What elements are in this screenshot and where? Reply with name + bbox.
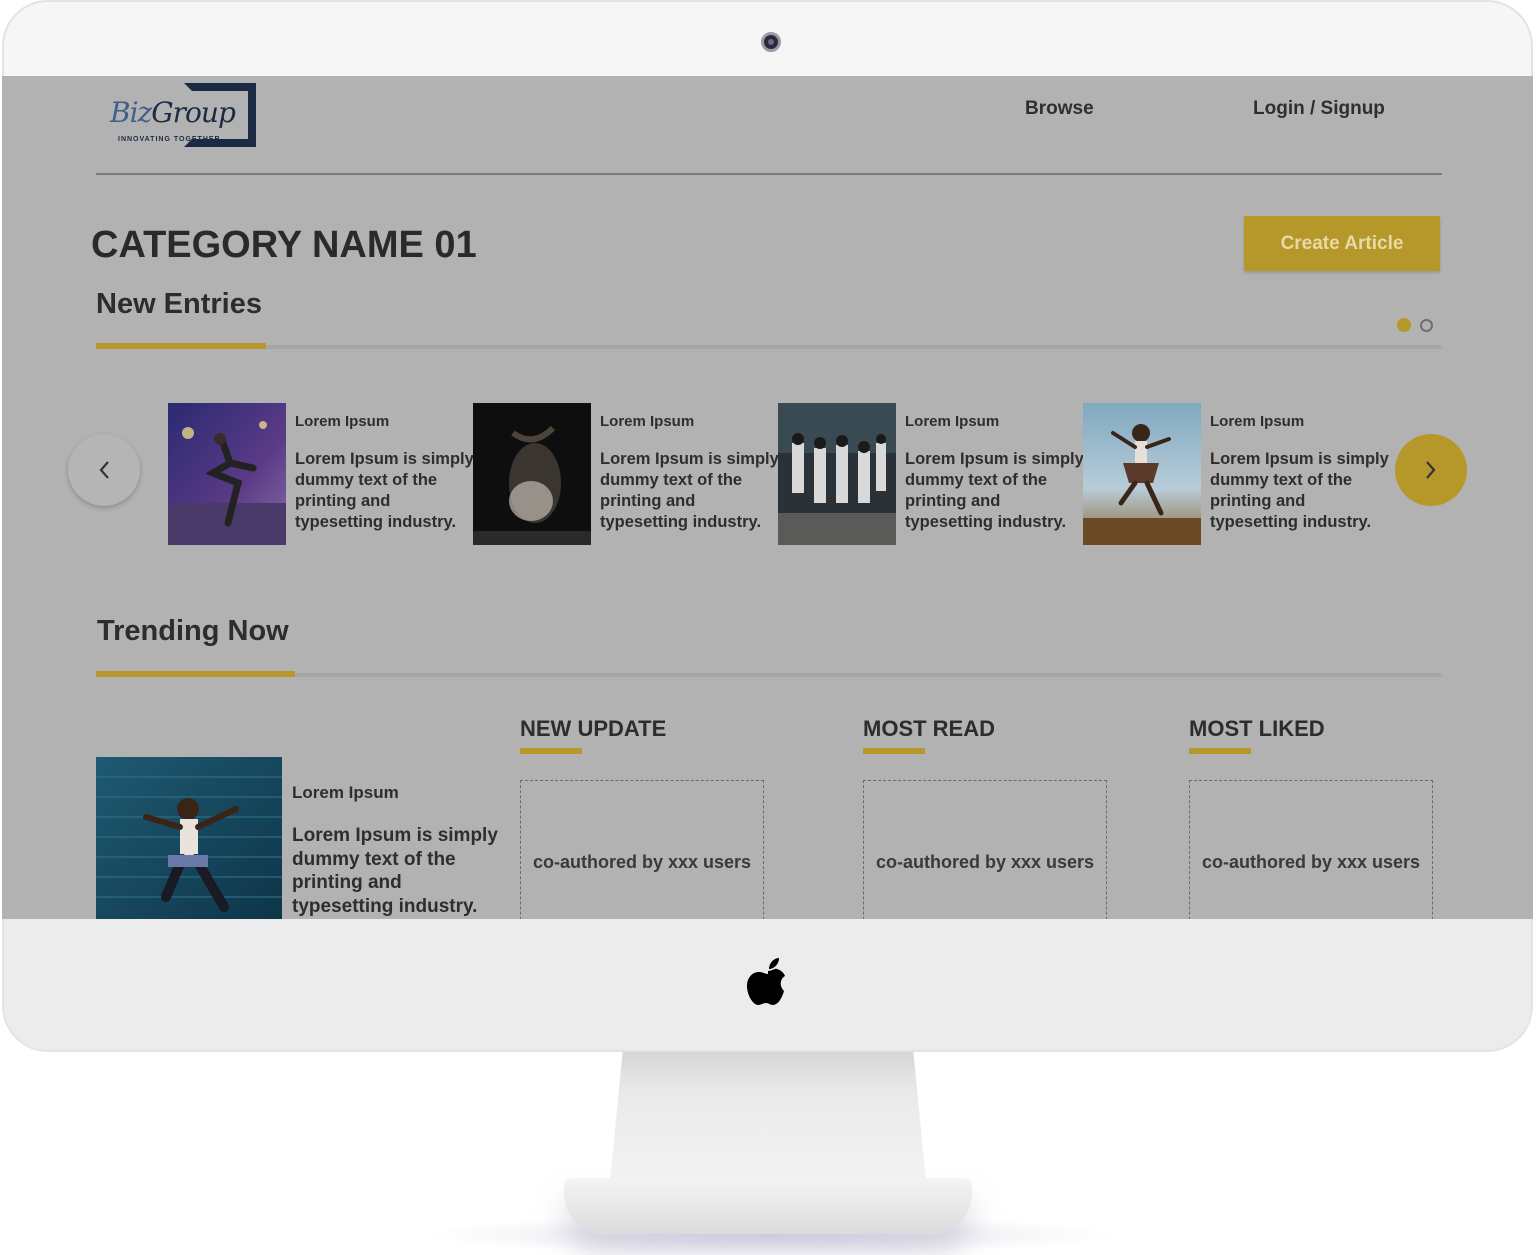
trending-image-dancer (96, 757, 282, 919)
carousel-dot-2[interactable] (1420, 319, 1433, 332)
entry-title: Lorem Ipsum (905, 413, 1000, 430)
entry-card[interactable]: Lorem Ipsum Lorem Ipsum is simply dummy … (473, 403, 779, 545)
entry-body: Lorem Ipsum is simply dummy text of the … (1210, 450, 1389, 531)
chevron-left-icon (99, 461, 109, 479)
entry-image-dancer-street (168, 403, 286, 545)
carousel-dot-1[interactable] (1397, 318, 1411, 332)
carousel-next-button[interactable] (1395, 434, 1467, 506)
most-read-card[interactable]: co-authored by xxx users (863, 780, 1107, 919)
new-update-heading: NEW UPDATE (520, 716, 667, 741)
entry-image-dance-group (778, 403, 896, 545)
most-read-coauthor-text: co-authored by xxx users (875, 852, 1095, 872)
new-entries-divider (96, 343, 1442, 349)
chevron-right-icon (1426, 461, 1436, 479)
entry-card[interactable]: Lorem Ipsum Lorem Ipsum is simply dummy … (1083, 403, 1389, 545)
bizgroup-logo[interactable]: BizGroup INNOVATING TOGETHER (106, 82, 262, 148)
most-liked-coauthor-text: co-authored by xxx users (1201, 852, 1421, 872)
most-liked-card[interactable]: co-authored by xxx users (1189, 780, 1433, 919)
nav-browse-link[interactable]: Browse (1025, 98, 1094, 120)
page-title: CATEGORY NAME 01 (91, 224, 477, 266)
most-read-accent-bar (863, 748, 925, 754)
new-update-coauthor-text: co-authored by xxx users (532, 852, 752, 872)
entry-card[interactable]: Lorem Ipsum Lorem Ipsum is simply dummy … (168, 403, 474, 545)
create-article-button[interactable]: Create Article (1244, 216, 1440, 271)
new-entries-accent-bar (96, 343, 266, 349)
logo-wordmark: BizGroup (110, 96, 236, 129)
trending-featured-title: Lorem Ipsum (292, 783, 399, 802)
entry-title: Lorem Ipsum (295, 413, 390, 430)
entry-title: Lorem Ipsum (1210, 413, 1305, 430)
most-read-heading: MOST READ (863, 716, 995, 741)
trending-accent-bar (96, 671, 295, 677)
apple-logo-icon (747, 958, 785, 1005)
entry-body: Lorem Ipsum is simply dummy text of the … (295, 450, 474, 531)
entry-title: Lorem Ipsum (600, 413, 695, 430)
entry-image-dancer-dark (473, 403, 591, 545)
entry-body: Lorem Ipsum is simply dummy text of the … (905, 450, 1084, 531)
new-update-accent-bar (520, 748, 582, 754)
carousel-prev-button[interactable] (68, 434, 140, 506)
most-liked-accent-bar (1189, 748, 1251, 754)
logo-biz: Biz (110, 96, 152, 129)
entry-body: Lorem Ipsum is simply dummy text of the … (600, 450, 779, 531)
entry-image-dancer-jump (1083, 403, 1201, 545)
nav-login-signup-link[interactable]: Login / Signup (1253, 98, 1385, 120)
monitor-stand (610, 1052, 926, 1182)
header-divider (96, 173, 1442, 175)
entry-card[interactable]: Lorem Ipsum Lorem Ipsum is simply dummy … (778, 403, 1084, 545)
most-liked-heading: MOST LIKED (1189, 716, 1325, 741)
new-update-card[interactable]: co-authored by xxx users (520, 780, 764, 919)
logo-tagline: INNOVATING TOGETHER (118, 136, 221, 143)
website-screen: BizGroup INNOVATING TOGETHER Browse Logi… (2, 76, 1533, 919)
logo-group: Group (151, 96, 236, 129)
trending-featured-body: Lorem Ipsum is simply dummy text of the … (292, 825, 498, 917)
new-entries-heading: New Entries (96, 288, 262, 320)
trending-now-heading: Trending Now (97, 615, 289, 647)
trending-divider (96, 671, 1442, 677)
monitor-base (564, 1178, 972, 1234)
camera-icon (761, 32, 781, 52)
